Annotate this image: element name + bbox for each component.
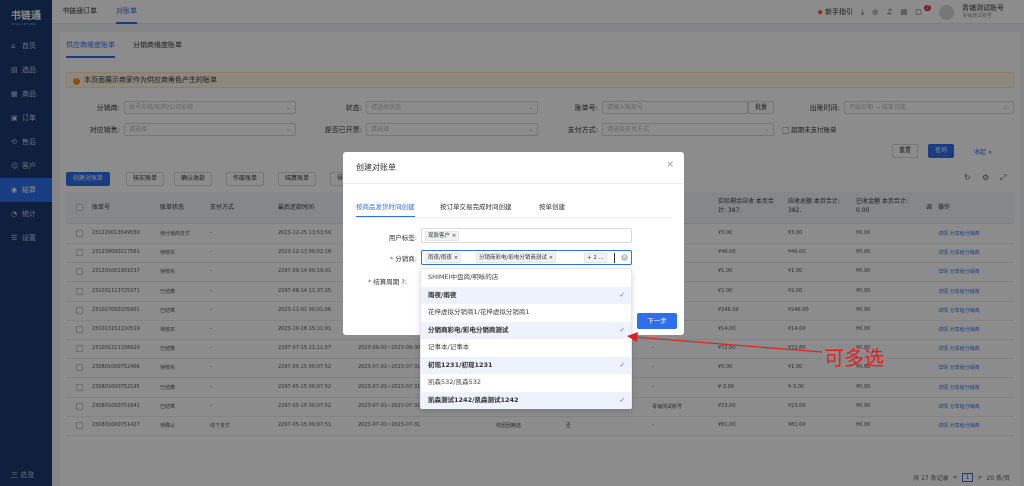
annotation-arrow [627, 332, 823, 353]
annotation-text: 可多选 [824, 346, 884, 370]
